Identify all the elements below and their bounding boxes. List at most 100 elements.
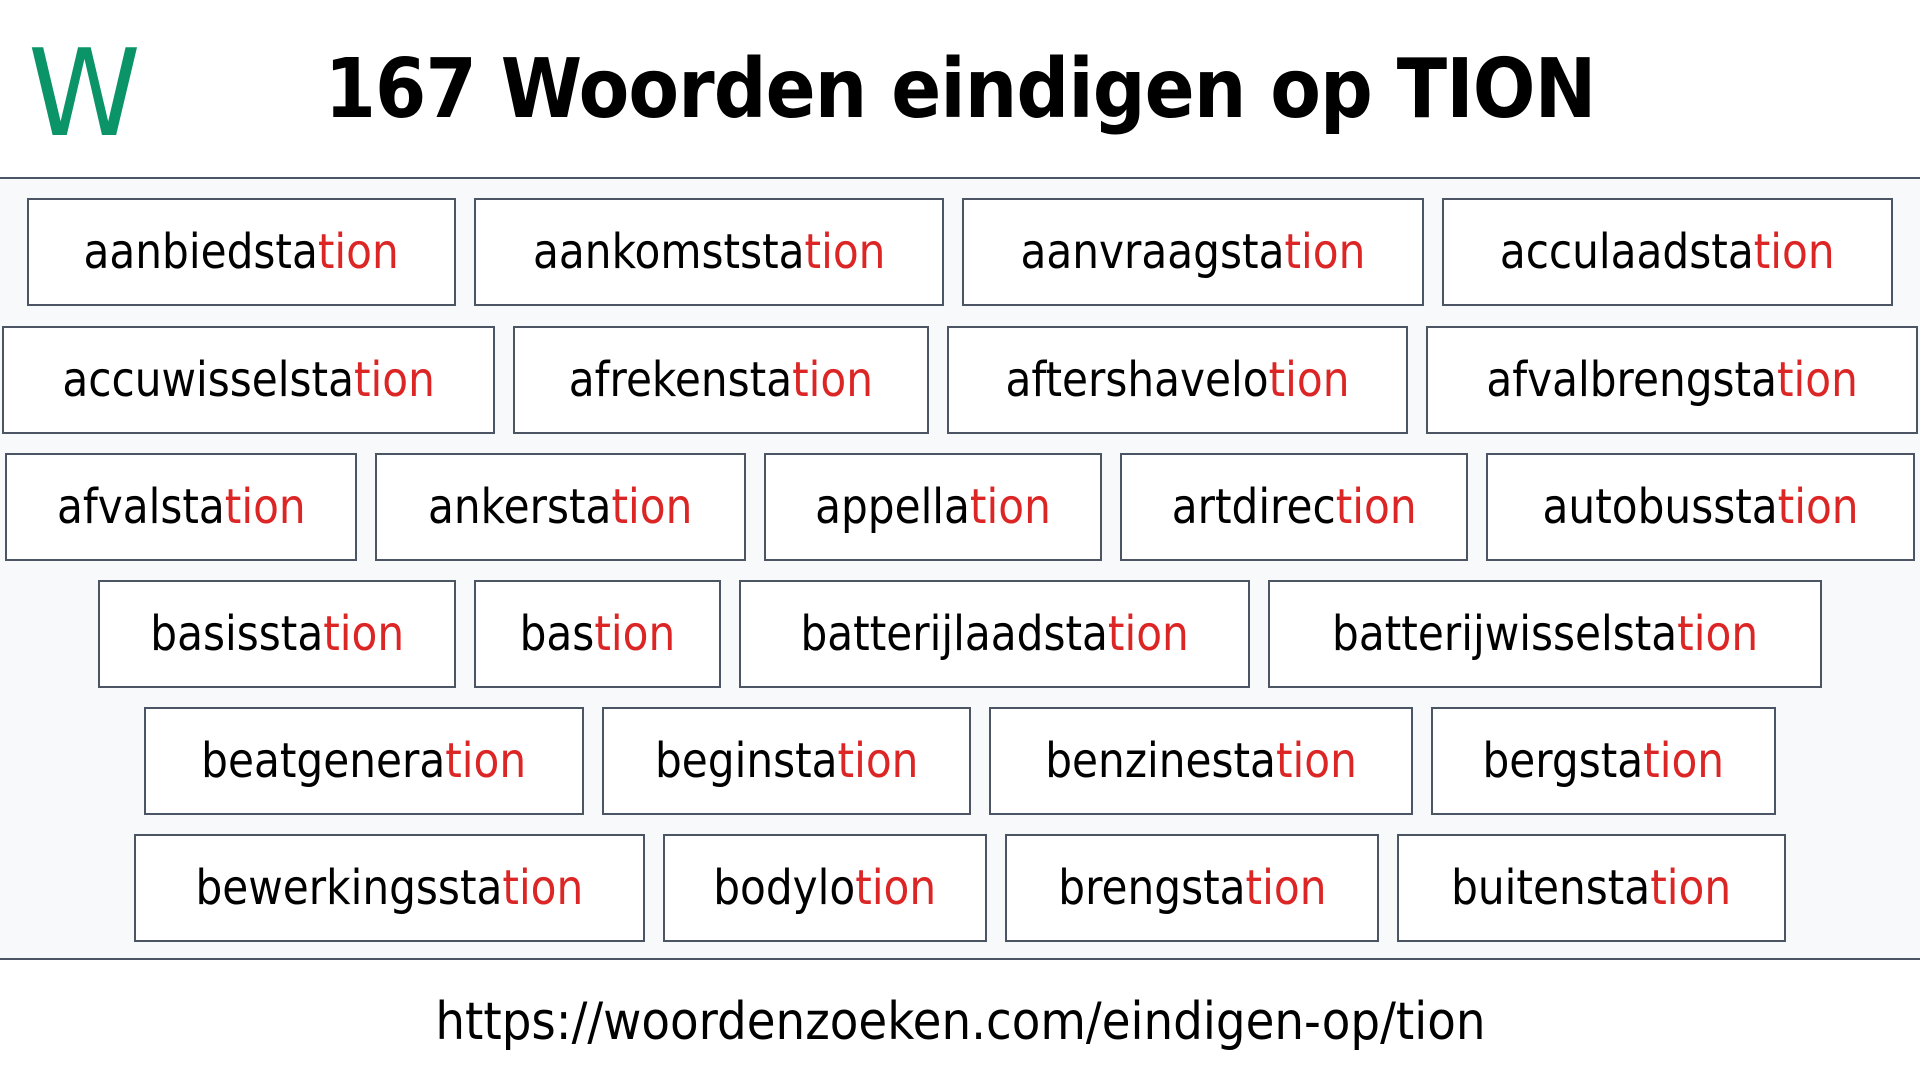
word-text: batterijlaadstation [800,606,1188,662]
word-suffix-highlight: tion [969,479,1051,535]
word-suffix-highlight: tion [1753,224,1835,280]
word-suffix-highlight: tion [792,352,874,408]
page-header: W 167 Woorden eindigen op TION [0,0,1920,179]
word-stem: beginsta [654,733,838,789]
word-stem: autobussta [1542,479,1778,535]
word-text: brengstation [1058,860,1326,916]
word-text: aankomststation [533,224,885,280]
word-row: basisstation bastion batterijlaadstation ba… [0,580,1920,688]
footer-url[interactable]: https://woordenzoeken.com/eindigen-op/ti… [435,992,1485,1052]
word-text: bergstation [1483,733,1725,789]
word-suffix-highlight: tion [611,479,693,535]
word-suffix-highlight: tion [1643,733,1725,789]
word-stem: afvalbrengsta [1486,352,1777,408]
word-suffix-highlight: tion [1777,479,1859,535]
word-card[interactable]: ankerstation [375,453,746,561]
word-card[interactable]: aankomststation [473,198,945,306]
word-stem: afvalsta [56,479,225,535]
word-text: aanbiedstation [84,224,399,280]
word-suffix-highlight: tion [1335,479,1417,535]
page-title: 167 Woorden eindigen op TION [324,42,1597,137]
word-suffix-highlight: tion [1107,606,1189,662]
word-stem: bodylo [713,860,856,916]
word-stem: acculaadsta [1499,224,1754,280]
word-suffix-highlight: tion [224,479,306,535]
word-suffix-highlight: tion [1275,733,1357,789]
word-suffix-highlight: tion [837,733,919,789]
word-text: bodylotion [713,860,936,916]
word-text: artdirection [1171,479,1416,535]
word-text: afrekenstation [569,352,873,408]
word-text: benzinestation [1045,733,1357,789]
word-stem: appella [814,479,970,535]
word-suffix-highlight: tion [445,733,527,789]
word-card[interactable]: batterijlaadstation [738,580,1251,688]
word-stem: ankersta [428,479,612,535]
word-card[interactable]: beatgeneration [144,707,584,815]
word-suffix-highlight: tion [1268,352,1350,408]
word-stem: bewerkingssta [195,860,503,916]
word-card[interactable]: autobusstation [1486,453,1916,561]
word-stem: accuwisselsta [62,352,354,408]
word-card[interactable]: brengstation [1004,834,1380,942]
word-suffix-highlight: tion [1650,860,1732,916]
word-card[interactable]: bodylotion [663,834,987,942]
word-card[interactable]: batterijwisselstation [1268,580,1823,688]
word-row: aanbiedstation aankomststation aanvraagsta… [0,198,1920,306]
word-grid: aanbiedstation aankomststation aanvraagsta… [0,179,1920,960]
word-suffix-highlight: tion [322,606,404,662]
page-footer: https://woordenzoeken.com/eindigen-op/ti… [0,960,1920,1080]
word-card[interactable]: benzinestation [989,707,1414,815]
word-stem: afrekensta [568,352,793,408]
word-card[interactable]: buitenstation [1397,834,1786,942]
word-row: afvalstation ankerstation appellation artdi… [0,453,1920,561]
word-stem: buitensta [1451,860,1651,916]
word-text: appellation [815,479,1051,535]
word-text: beatgeneration [201,733,526,789]
word-card[interactable]: afvalstation [4,453,358,561]
word-suffix-highlight: tion [855,860,937,916]
word-stem: batterijwisselsta [1332,606,1678,662]
word-card[interactable]: acculaadstation [1442,198,1893,306]
word-card[interactable]: bastion [474,580,721,688]
word-suffix-highlight: tion [1245,860,1327,916]
word-suffix-highlight: tion [353,352,435,408]
word-stem: aanbiedsta [83,224,319,280]
word-row: bewerkingsstation bodylotion brengstation b… [0,834,1920,942]
word-card[interactable]: artdirection [1119,453,1469,561]
word-stem: benzinesta [1045,733,1276,789]
word-text: aftershavelotion [1005,352,1349,408]
word-text: accuwisselstation [62,352,435,408]
word-suffix-highlight: tion [594,606,676,662]
word-card[interactable]: aftershavelotion [946,326,1408,434]
word-stem: bas [519,606,595,662]
word-card[interactable]: accuwisselstation [1,326,496,434]
word-stem: brengsta [1057,860,1246,916]
word-card[interactable]: basisstation [97,580,457,688]
word-stem: artdirec [1171,479,1336,535]
word-card[interactable]: aanbiedstation [27,198,456,306]
word-row: beatgeneration beginstation benzinestation… [0,707,1920,815]
word-suffix-highlight: tion [318,224,400,280]
word-card[interactable]: bewerkingsstation [134,834,646,942]
word-card[interactable]: appellation [763,453,1102,561]
word-card[interactable]: afvalbrengstation [1425,326,1919,434]
word-text: afvalstation [57,479,306,535]
word-card[interactable]: aanvraagstation [962,198,1425,306]
word-card[interactable]: bergstation [1431,707,1776,815]
word-text: aanvraagstation [1021,224,1366,280]
word-text: beginstation [655,733,918,789]
word-text: acculaadstation [1500,224,1835,280]
word-stem: beatgenera [201,733,446,789]
word-row: accuwisselstation afrekenstation aftershav… [0,326,1920,434]
word-card[interactable]: beginstation [601,707,972,815]
word-card[interactable]: afrekenstation [513,326,929,434]
word-text: bewerkingsstation [196,860,584,916]
word-text: batterijwisselstation [1332,606,1758,662]
word-stem: basissta [149,606,323,662]
word-text: buitenstation [1451,860,1731,916]
word-text: autobusstation [1543,479,1859,535]
page-title-container: 167 Woorden eindigen op TION [0,40,1920,140]
word-suffix-highlight: tion [1677,606,1759,662]
word-text: afvalbrengstation [1486,352,1858,408]
